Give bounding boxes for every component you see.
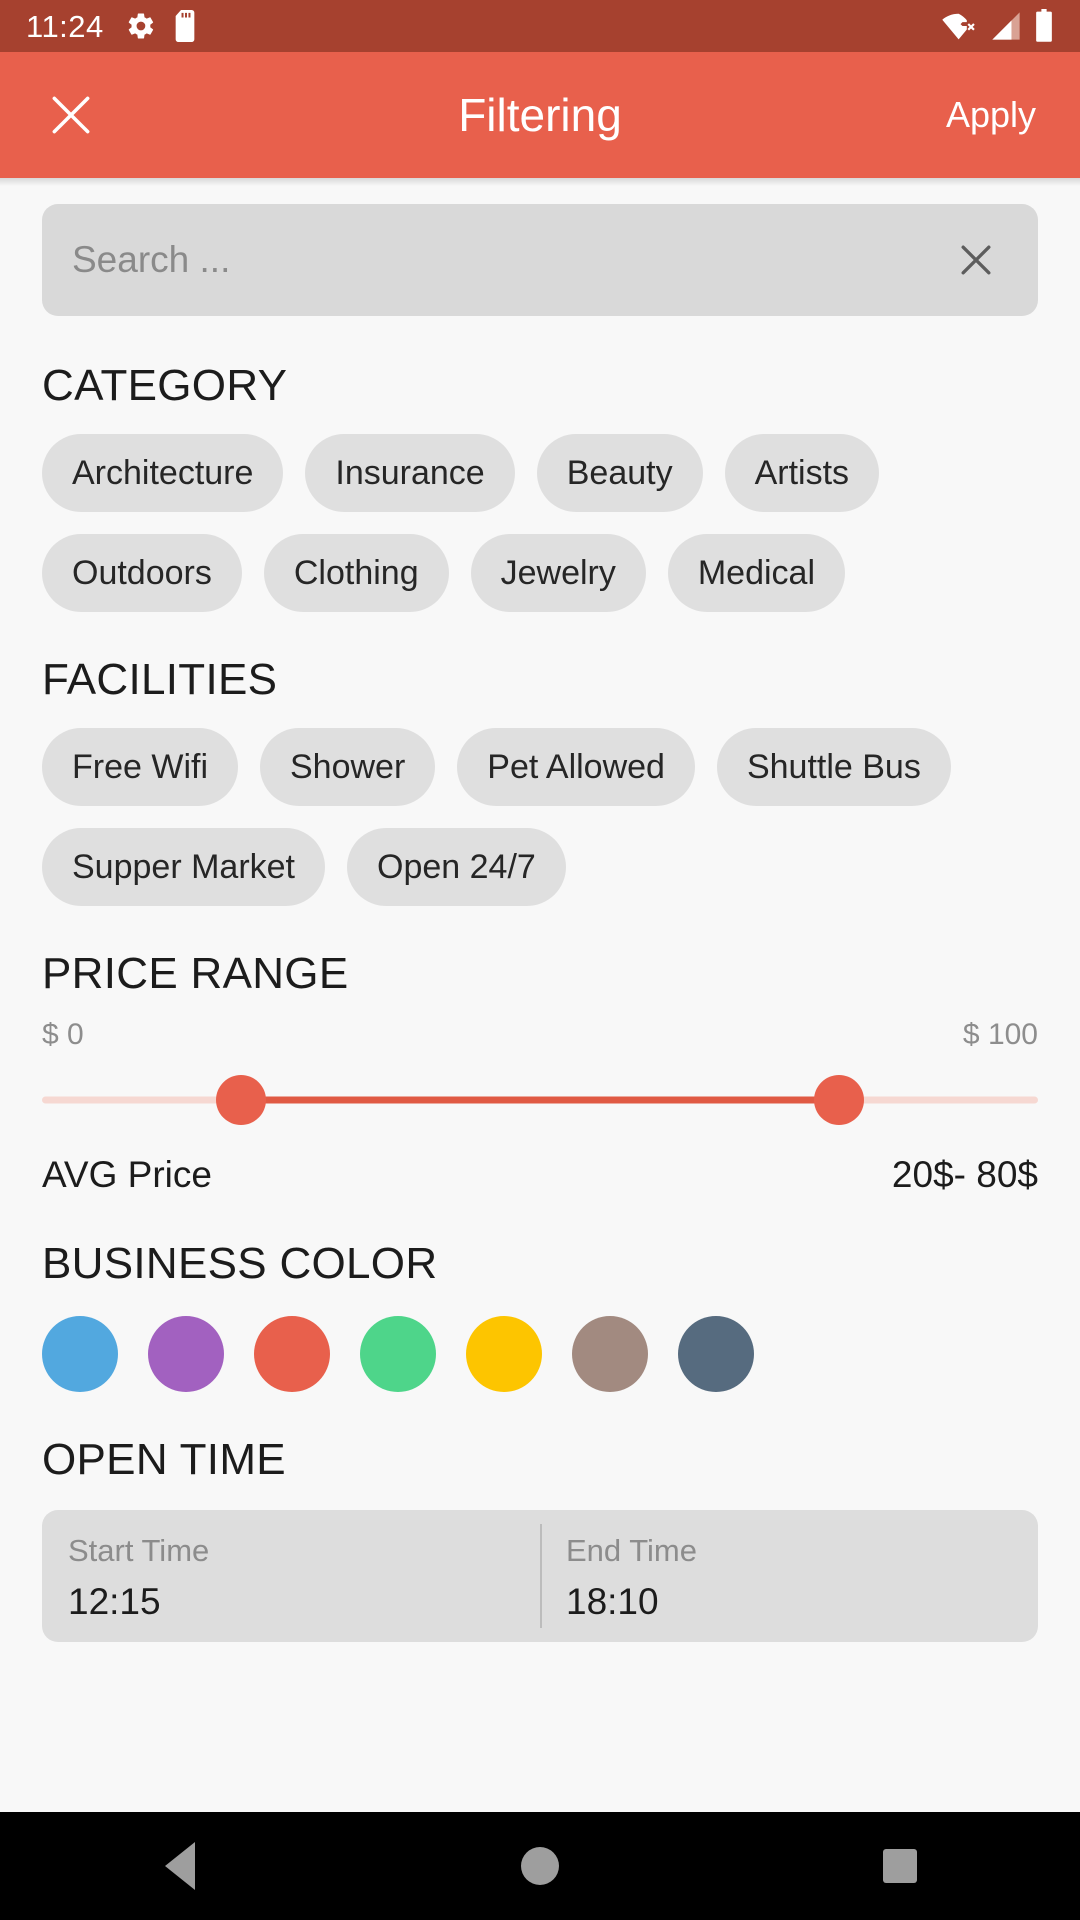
gear-icon: [128, 13, 153, 39]
apply-button[interactable]: Apply: [946, 94, 1036, 136]
slider-thumb-max[interactable]: [813, 1075, 864, 1125]
category-chip[interactable]: Architecture: [42, 434, 284, 512]
price-max-label: $ 100: [962, 1018, 1038, 1051]
facility-chip[interactable]: Open 24/7: [347, 828, 566, 906]
back-button[interactable]: [120, 1812, 240, 1920]
color-swatch-green[interactable]: [360, 1316, 436, 1392]
app-bar: Filtering Apply: [0, 52, 1080, 178]
color-swatch-brown[interactable]: [572, 1316, 648, 1392]
end-time-label: End Time: [566, 1533, 697, 1568]
recents-square-icon: [883, 1849, 917, 1883]
color-swatch-yellow[interactable]: [466, 1316, 542, 1392]
close-icon: [52, 96, 90, 134]
home-button[interactable]: [480, 1812, 600, 1920]
facility-chip[interactable]: Pet Allowed: [457, 728, 695, 806]
android-navigation-bar: [0, 1812, 1080, 1920]
facilities-section: FACILITIES Free Wifi Shower Pet Allowed …: [42, 658, 1038, 906]
open-time-title: OPEN TIME: [42, 1435, 286, 1484]
category-chip[interactable]: Beauty: [536, 434, 703, 512]
end-time-field[interactable]: End Time 18:10: [540, 1510, 1038, 1642]
color-swatch-list: [42, 1316, 1038, 1392]
slider-thumb-min[interactable]: [216, 1075, 267, 1125]
status-clock: 11:24: [26, 8, 104, 44]
price-min-label: $ 0: [42, 1018, 84, 1051]
facilities-chip-list: Free Wifi Shower Pet Allowed Shuttle Bus…: [42, 728, 1038, 906]
avg-price-value: 20$- 80$: [891, 1154, 1038, 1195]
facilities-title: FACILITIES: [42, 655, 278, 704]
facility-chip[interactable]: Shower: [260, 728, 436, 806]
sd-card-icon: [175, 10, 195, 42]
category-chip-list: Architecture Insurance Beauty Artists Ou…: [42, 434, 1038, 612]
start-time-label: Start Time: [68, 1533, 210, 1568]
filtering-screen: 11:24 Filtering Apply Search ... CATEGOR…: [0, 0, 1080, 1920]
color-swatch-slate[interactable]: [678, 1316, 754, 1392]
content-top-shadow: [0, 178, 1080, 186]
search-input[interactable]: [72, 239, 948, 281]
filter-content: CATEGORY Architecture Insurance Beauty A…: [0, 178, 1080, 1812]
price-bounds: $ 0 $ 100: [42, 1018, 1038, 1052]
business-color-section: BUSINESS COLOR: [42, 1242, 1038, 1392]
close-button[interactable]: [44, 88, 98, 142]
category-title: CATEGORY: [42, 361, 288, 410]
recents-button[interactable]: [840, 1812, 960, 1920]
color-swatch-red[interactable]: [254, 1316, 330, 1392]
avg-price-row: AVG Price 20$- 80$: [42, 1154, 1038, 1196]
category-section: CATEGORY Architecture Insurance Beauty A…: [42, 364, 1038, 612]
category-chip[interactable]: Artists: [724, 434, 880, 512]
price-range-title: PRICE RANGE: [42, 949, 349, 998]
page-title: Filtering: [458, 89, 622, 141]
color-swatch-purple[interactable]: [148, 1316, 224, 1392]
start-time-value: 12:15: [68, 1581, 161, 1623]
back-triangle-icon: [165, 1842, 195, 1890]
search-clear-button[interactable]: [948, 232, 1004, 288]
color-swatch-blue[interactable]: [42, 1316, 118, 1392]
end-time-value: 18:10: [566, 1581, 659, 1623]
category-chip[interactable]: Clothing: [263, 534, 449, 612]
category-chip[interactable]: Outdoors: [42, 534, 242, 612]
home-circle-icon: [521, 1847, 559, 1885]
price-range-section: PRICE RANGE $ 0 $ 100 AVG Price 20$- 80$: [42, 952, 1038, 1196]
close-icon: [961, 245, 991, 275]
open-time-section: OPEN TIME Start Time 12:15 End Time 18:1…: [42, 1438, 1038, 1642]
cellular-signal-icon: [992, 12, 1020, 40]
open-time-card: Start Time 12:15 End Time 18:10: [42, 1510, 1038, 1642]
category-chip[interactable]: Jewelry: [470, 534, 646, 612]
wifi-off-icon: [942, 13, 975, 40]
start-time-field[interactable]: Start Time 12:15: [42, 1510, 540, 1642]
search-field[interactable]: [42, 204, 1038, 316]
facility-chip[interactable]: Supper Market: [42, 828, 325, 906]
facility-chip[interactable]: Shuttle Bus: [716, 728, 951, 806]
slider-selected-range: [241, 1096, 839, 1104]
category-chip[interactable]: Medical: [667, 534, 846, 612]
facility-chip[interactable]: Free Wifi: [42, 728, 238, 806]
battery-icon: [1036, 9, 1052, 42]
category-chip[interactable]: Insurance: [305, 434, 515, 512]
business-color-title: BUSINESS COLOR: [42, 1239, 438, 1288]
status-system-icons: [942, 9, 1054, 43]
avg-price-label: AVG Price: [42, 1154, 212, 1195]
status-bar: 11:24: [0, 0, 1080, 52]
status-notification-icons: [126, 10, 198, 42]
price-range-slider[interactable]: [42, 1060, 1038, 1140]
